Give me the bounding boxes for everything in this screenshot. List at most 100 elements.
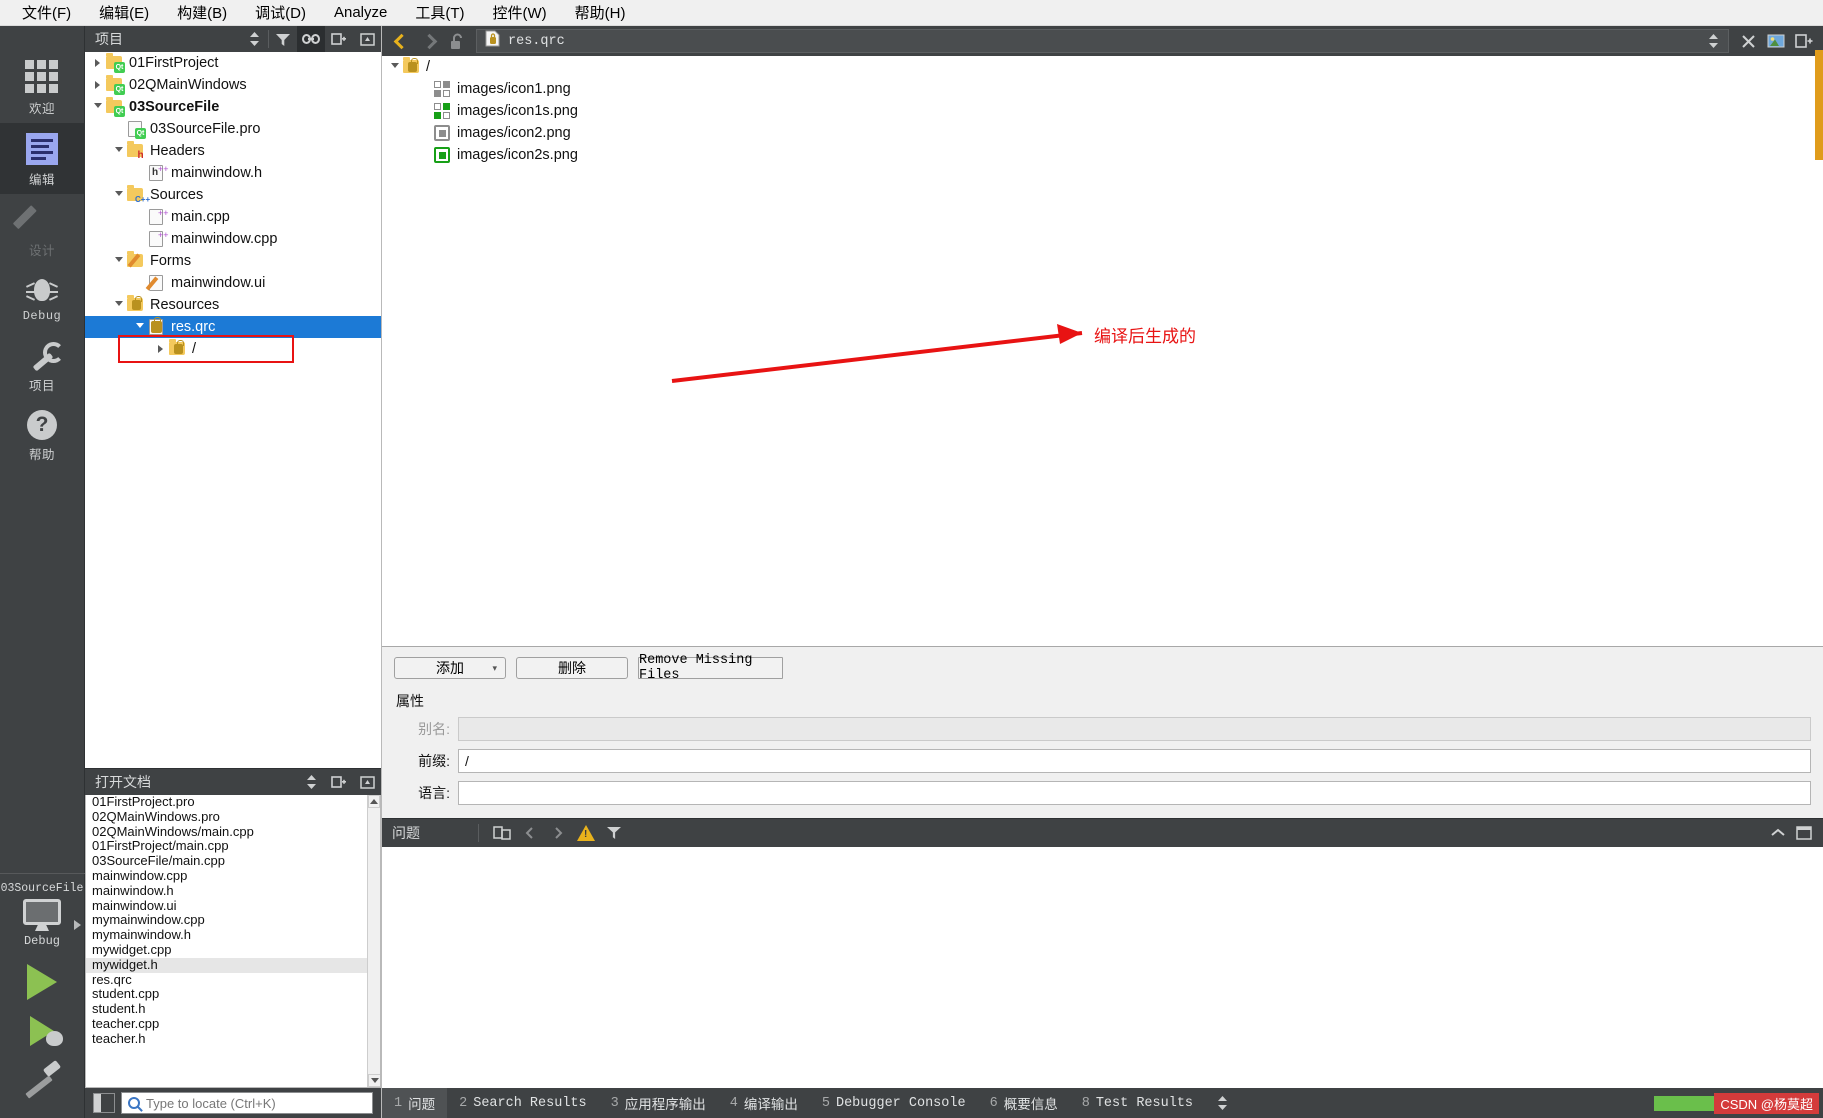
chevron-up-icon[interactable] — [1765, 820, 1791, 846]
output-pane-button[interactable]: 5 Debugger Console — [810, 1088, 978, 1118]
project-tree-item[interactable]: / — [85, 338, 381, 360]
open-document-item[interactable]: 01FirstProject.pro — [86, 795, 380, 810]
mode-projects[interactable]: 项目 — [0, 329, 85, 400]
updown-arrows-icon[interactable] — [1706, 33, 1720, 49]
project-tree-item[interactable]: Qt 03SourceFile — [85, 96, 381, 118]
open-document-item[interactable]: student.h — [86, 1001, 380, 1017]
menu-build[interactable]: 构建(B) — [165, 0, 239, 26]
open-document-item[interactable]: mywidget.cpp — [86, 942, 380, 958]
split-editor-icon[interactable] — [1791, 28, 1817, 54]
remove-missing-files-button[interactable]: Remove Missing Files — [638, 653, 783, 683]
open-document-item[interactable]: mywidget.h — [86, 957, 380, 973]
chevron-left-icon[interactable] — [388, 28, 414, 54]
debug-button[interactable] — [0, 1016, 85, 1046]
project-tree-item[interactable]: h Headers — [85, 140, 381, 162]
open-document-item[interactable]: mymainwindow.cpp — [86, 913, 380, 928]
chevron-right-icon[interactable] — [416, 28, 442, 54]
run-button[interactable] — [0, 964, 85, 1000]
mode-edit[interactable]: 编辑 — [0, 123, 85, 194]
mode-welcome[interactable]: 欢迎 — [0, 50, 85, 123]
open-document-item[interactable]: 03SourceFile/main.cpp — [86, 853, 380, 869]
tree-disclosure-icon[interactable] — [388, 62, 401, 72]
tree-disclosure-icon[interactable] — [133, 322, 146, 332]
resource-tree[interactable]: / images/icon1.png images/icon1s.png images… — [382, 56, 1823, 646]
editor-scrollbar-marker[interactable] — [1815, 50, 1823, 160]
tree-disclosure-icon[interactable] — [154, 345, 167, 353]
output-pane-button[interactable]: 1 问题 — [382, 1088, 448, 1118]
project-tree-item[interactable]: res.qrc — [85, 316, 381, 338]
project-tree-item[interactable]: ++ mainwindow.cpp — [85, 228, 381, 250]
resource-tree-item[interactable]: images/icon2s.png — [382, 144, 1823, 166]
resource-tree-item[interactable]: images/icon1s.png — [382, 100, 1823, 122]
project-tree-item[interactable]: Qt 02QMainWindows — [85, 74, 381, 96]
project-tree-item[interactable]: Qt 01FirstProject — [85, 52, 381, 74]
split-icon[interactable] — [325, 26, 353, 52]
output-pane-button[interactable]: 4 编译输出 — [718, 1088, 810, 1118]
open-document-item[interactable]: teacher.h — [86, 1031, 380, 1047]
open-document-item[interactable]: student.cpp — [86, 987, 380, 1002]
alias-field[interactable] — [458, 717, 1811, 741]
add-button[interactable]: 添加 ▾ — [394, 657, 506, 679]
tree-disclosure-icon[interactable] — [112, 146, 125, 156]
chevron-right-icon[interactable] — [545, 820, 571, 846]
project-tree-item[interactable]: Resources — [85, 294, 381, 316]
menu-tools[interactable]: 工具(T) — [403, 0, 476, 26]
menu-debug[interactable]: 调试(D) — [243, 0, 318, 26]
close-pane-icon[interactable] — [353, 26, 381, 52]
tree-disclosure-icon[interactable] — [112, 300, 125, 310]
open-document-item[interactable]: 02QMainWindows.pro — [86, 809, 380, 825]
funnel-icon[interactable] — [601, 820, 627, 846]
kit-selector[interactable]: 03SourceFile Debug — [0, 873, 85, 948]
tree-disclosure-icon[interactable] — [91, 81, 104, 89]
output-pane-button[interactable]: 6 概要信息 — [978, 1088, 1070, 1118]
scroll-down-icon[interactable] — [368, 1074, 380, 1087]
tree-disclosure-icon[interactable] — [91, 59, 104, 67]
open-documents-list[interactable]: 01FirstProject.pro 02QMainWindows.pro 02QM… — [85, 795, 381, 1088]
resource-tree-item[interactable]: images/icon2.png — [382, 122, 1823, 144]
close-pane-icon[interactable] — [353, 769, 381, 795]
project-tree[interactable]: Qt 01FirstProject Qt 02QMainWindows Qt 03Sour… — [85, 52, 381, 768]
chevron-left-icon[interactable] — [517, 820, 543, 846]
project-tree-item[interactable]: C++ Sources — [85, 184, 381, 206]
image-icon[interactable] — [1763, 28, 1789, 54]
updown-arrows-icon[interactable] — [297, 769, 325, 795]
build-button[interactable] — [0, 1062, 85, 1096]
output-pane-button[interactable]: 8 Test Results — [1070, 1088, 1205, 1118]
menu-analyze[interactable]: Analyze — [322, 1, 399, 24]
project-tree-item[interactable]: Forms — [85, 250, 381, 272]
output-pane-button[interactable]: 3 应用程序输出 — [599, 1088, 718, 1118]
resource-tree-item[interactable]: images/icon1.png — [382, 78, 1823, 100]
link-icon[interactable] — [297, 26, 325, 52]
mode-debug[interactable]: Debug — [0, 265, 85, 329]
project-tree-item[interactable]: Qt 03SourceFile.pro — [85, 118, 381, 140]
copy-icon[interactable] — [489, 820, 515, 846]
menu-help[interactable]: 帮助(H) — [563, 0, 638, 26]
open-document-item[interactable]: 02QMainWindows/main.cpp — [86, 824, 380, 840]
tree-disclosure-icon[interactable] — [112, 190, 125, 200]
sidebar-toggle-icon[interactable] — [93, 1093, 115, 1113]
output-pane-button[interactable]: 2 Search Results — [447, 1088, 599, 1118]
tree-disclosure-icon[interactable] — [112, 256, 125, 266]
open-document-item[interactable]: mainwindow.ui — [86, 898, 380, 914]
project-tree-item[interactable]: h ++ mainwindow.h — [85, 162, 381, 184]
resource-tree-item[interactable]: / — [382, 56, 1823, 78]
menu-widgets[interactable]: 控件(W) — [481, 0, 559, 26]
open-document-item[interactable]: res.qrc — [86, 972, 380, 988]
updown-arrows-icon[interactable] — [240, 26, 268, 52]
split-icon[interactable] — [325, 769, 353, 795]
open-document-item[interactable]: teacher.cpp — [86, 1016, 380, 1032]
unlocked-padlock-icon[interactable] — [444, 28, 470, 54]
menu-file[interactable]: 文件(F) — [10, 0, 83, 26]
menu-edit[interactable]: 编辑(E) — [87, 0, 161, 26]
open-document-item[interactable]: mainwindow.cpp — [86, 868, 380, 884]
warning-triangle-icon[interactable] — [573, 820, 599, 846]
open-document-item[interactable]: 01FirstProject/main.cpp — [86, 839, 380, 854]
open-document-item[interactable]: mymainwindow.h — [86, 927, 380, 943]
open-document-item[interactable]: mainwindow.h — [86, 883, 380, 899]
project-tree-item[interactable]: ++ main.cpp — [85, 206, 381, 228]
locator-input[interactable]: Type to locate (Ctrl+K) — [121, 1092, 373, 1114]
funnel-icon[interactable] — [269, 26, 297, 52]
open-documents-scrollbar[interactable] — [367, 795, 380, 1087]
remove-button[interactable]: 删除 — [516, 657, 628, 679]
project-tree-item[interactable]: mainwindow.ui — [85, 272, 381, 294]
